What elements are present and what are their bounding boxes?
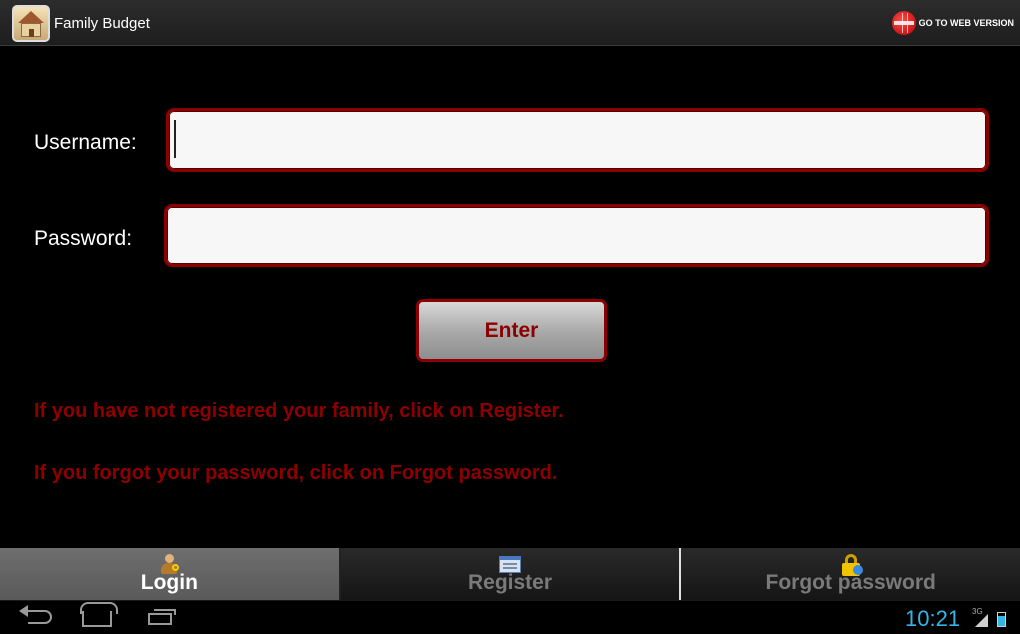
app-title-bar: Family Budget GO TO WEB VERSION (0, 0, 1020, 46)
recent-apps-button[interactable] (134, 601, 194, 634)
status-clock: 10:21 (905, 606, 961, 631)
tab-register-label: Register (467, 571, 553, 594)
web-link-label: GO TO WEB VERSION (918, 18, 1014, 28)
home-icon (80, 602, 118, 627)
system-navigation-bar (0, 600, 1020, 634)
bottom-tab-bar: Login Register Forgot password (0, 548, 1020, 600)
tab-register[interactable]: Register (340, 548, 682, 600)
tab-login-label: Login (140, 571, 198, 594)
tab-forgot-password[interactable]: Forgot password (681, 548, 1020, 600)
back-button[interactable] (8, 601, 68, 634)
password-input[interactable] (164, 204, 989, 267)
forgot-password-hint-text: If you forgot your password, click on Fo… (34, 462, 558, 484)
home-button[interactable] (70, 601, 130, 634)
signal-strength-icon (975, 614, 988, 627)
recent-apps-icon (148, 609, 176, 625)
text-caret (174, 120, 176, 158)
username-input[interactable] (166, 108, 989, 172)
battery-charging-icon (997, 612, 1006, 627)
register-hint-text: If you have not registered your family, … (34, 400, 564, 422)
app-title: Family Budget (54, 15, 150, 32)
username-label: Username: (34, 131, 137, 154)
family-house-icon (12, 5, 50, 42)
go-to-web-version-button[interactable]: GO TO WEB VERSION (891, 10, 1014, 36)
password-label: Password: (34, 227, 133, 250)
tab-login[interactable]: Login (0, 548, 341, 600)
enter-button[interactable]: Enter (416, 299, 607, 362)
back-arrow-icon (19, 605, 52, 624)
globe-icon (891, 11, 916, 35)
tab-forgot-password-label: Forgot password (765, 571, 936, 594)
